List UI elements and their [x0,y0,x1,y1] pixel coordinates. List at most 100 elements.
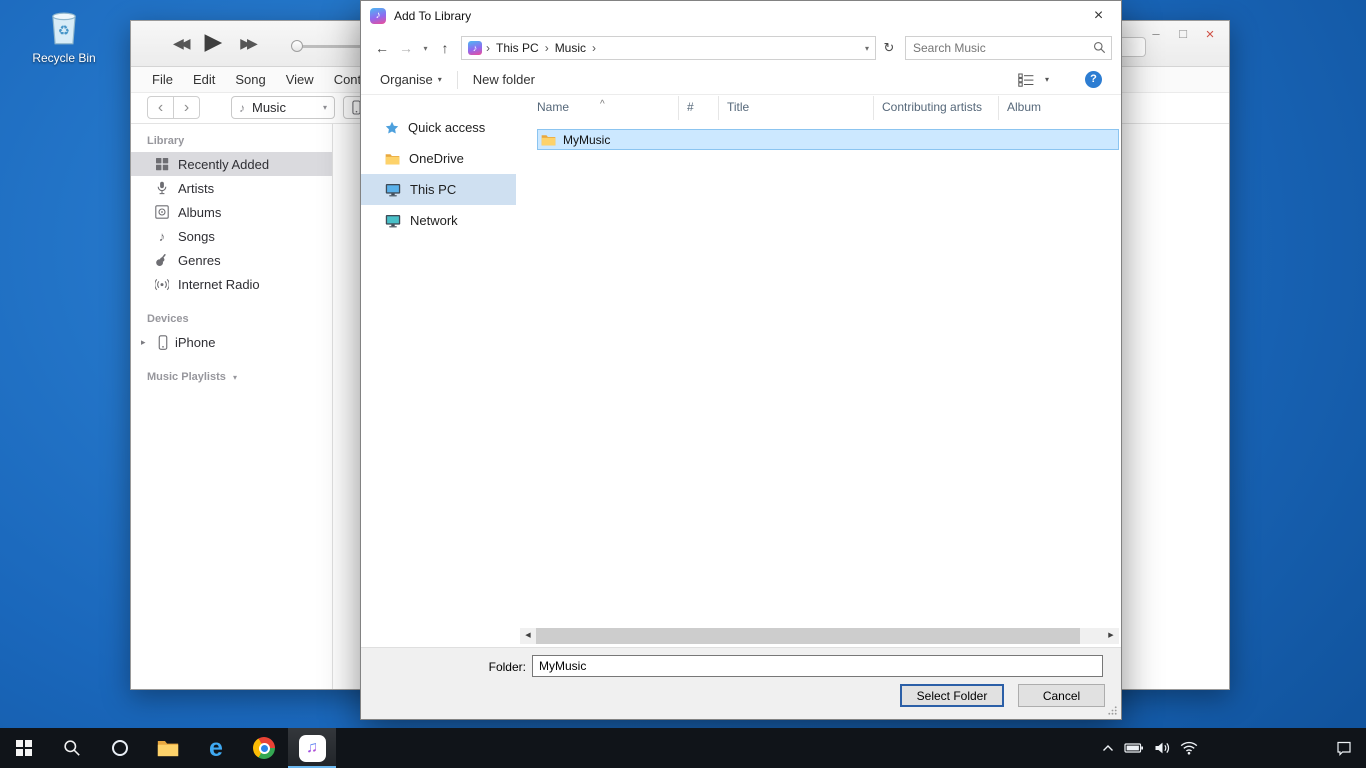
volume-slider[interactable] [293,45,363,48]
column-header-album[interactable]: Album [999,96,1117,120]
horizontal-scrollbar[interactable]: ◀ ▶ [520,628,1119,644]
sidebar-item-label: Artists [178,181,214,196]
dialog-footer: Folder: Select Folder Cancel [361,647,1121,719]
menu-edit[interactable]: Edit [188,72,220,87]
sidebar-item-genres[interactable]: Genres [131,248,332,272]
view-options-dropdown-icon[interactable]: ▾ [1045,75,1049,84]
fast-forward-button[interactable]: ▶▶ [240,35,254,52]
scrollbar-thumb[interactable] [536,628,1080,644]
address-bar[interactable]: ♪ › This PC › Music › ▾ [461,36,876,60]
play-button[interactable]: ▶ [205,28,223,55]
sidebar-item-iphone[interactable]: ▸ iPhone [131,330,332,354]
scroll-left-button[interactable]: ◀ [520,628,536,644]
sidebar-item-albums[interactable]: Albums [131,200,332,224]
network-indicator[interactable] [1180,741,1198,755]
location-icon: ♪ [468,41,482,55]
menu-file[interactable]: File [147,72,178,87]
column-header-name[interactable]: Name ^ [516,96,679,120]
network-icon [385,214,401,228]
taskbar-search-button[interactable] [48,728,96,768]
add-to-library-dialog: ♪ Add To Library × ← → ▾ ↑ ♪ › This PC ›… [360,0,1122,720]
recycle-bin[interactable]: Recycle Bin [28,6,100,65]
chevron-right-icon[interactable]: ▸ [141,337,151,348]
nav-item-quick-access[interactable]: Quick access [361,112,516,143]
column-header-contributing-artists[interactable]: Contributing artists [874,96,999,120]
sidebar-item-songs[interactable]: ♪ Songs [131,224,332,248]
maximize-button[interactable]: □ [1176,26,1190,43]
search-box[interactable] [905,36,1112,60]
sidebar-item-recently-added[interactable]: Recently Added [131,152,332,176]
tray-expand-button[interactable] [1102,744,1114,752]
action-center-button[interactable] [1336,740,1352,756]
itunes-sidebar: Library Recently Added Artists Albums ♪ … [131,124,333,689]
resize-grip[interactable] [1107,705,1118,716]
refresh-button[interactable]: ↻ [876,40,902,56]
dialog-title: Add To Library [394,9,471,23]
start-button[interactable] [0,728,48,768]
column-headers: Name ^ # Title Contributing artists Albu… [516,96,1121,120]
itunes-app-icon: ♪ [370,8,386,24]
menu-song[interactable]: Song [230,72,270,87]
help-button[interactable]: ? [1085,71,1102,88]
nav-item-network[interactable]: Network [361,205,516,236]
close-button[interactable]: × [1203,26,1217,43]
broadcast-icon [155,277,169,291]
dialog-body: Quick access OneDrive This PC Network [361,96,1121,647]
minimize-button[interactable]: – [1149,26,1163,43]
file-row-mymusic[interactable]: MyMusic [537,129,1119,150]
organise-button[interactable]: Organise [380,72,433,87]
recent-locations-dropdown[interactable]: ▾ [418,44,433,53]
rewind-button[interactable]: ◀◀ [173,35,187,52]
edge-button[interactable]: e [192,728,240,768]
dialog-titlebar: ♪ Add To Library [361,1,1121,31]
nav-item-onedrive[interactable]: OneDrive [361,143,516,174]
music-playlists-header[interactable]: Music Playlists ▾ [147,368,332,386]
back-button[interactable]: ← [370,40,394,56]
folder-icon [157,739,179,757]
search-input[interactable] [906,37,1111,59]
microphone-icon [155,181,169,195]
column-header-number[interactable]: # [679,96,719,120]
breadcrumb-music[interactable]: Music [549,41,592,55]
recycle-bin-icon [46,6,82,46]
search-icon [1093,41,1106,54]
up-button[interactable]: ↑ [433,40,457,56]
select-folder-button[interactable]: Select Folder [900,684,1004,707]
volume-knob[interactable] [291,40,303,52]
file-explorer-button[interactable] [144,728,192,768]
sort-ascending-icon: ^ [600,96,605,116]
dialog-close-button[interactable]: × [1076,1,1121,31]
sidebar-item-internet-radio[interactable]: Internet Radio [131,272,332,296]
nav-item-this-pc[interactable]: This PC [361,174,516,205]
desktop: Recycle Bin ◀◀ ▶ ▶▶ – □ × File Edit Song… [0,0,1366,768]
chevron-down-icon: ▾ [323,103,327,112]
new-folder-button[interactable]: New folder [473,72,535,87]
chevron-down-icon: ▾ [233,373,237,382]
scroll-right-button[interactable]: ▶ [1103,628,1119,644]
edge-icon: e [209,736,223,761]
scrollbar-track[interactable] [536,628,1103,644]
media-picker[interactable]: ♪ Music ▾ [231,96,335,119]
library-header: Library [147,132,332,150]
itunes-taskbar-button[interactable]: ♫ [288,728,336,768]
breadcrumb-this-pc[interactable]: This PC [490,41,545,55]
action-center-icon [1336,740,1352,756]
guitar-icon [155,253,169,267]
volume-indicator[interactable] [1154,740,1170,756]
address-dropdown-icon[interactable]: ▾ [865,44,869,53]
dialog-navbar: ← → ▾ ↑ ♪ › This PC › Music › ▾ ↻ [361,33,1121,63]
itunes-back-button[interactable]: ‹ [147,96,174,119]
cortana-button[interactable] [96,728,144,768]
sidebar-item-artists[interactable]: Artists [131,176,332,200]
sidebar-item-label: Songs [178,229,215,244]
file-name: MyMusic [563,133,610,147]
battery-indicator[interactable] [1124,740,1144,756]
cancel-button[interactable]: Cancel [1018,684,1105,707]
chrome-button[interactable] [240,728,288,768]
forward-button[interactable]: → [394,40,418,56]
list-view-icon[interactable] [1018,73,1034,87]
menu-view[interactable]: View [281,72,319,87]
column-header-title[interactable]: Title [719,96,874,120]
folder-name-input[interactable] [532,655,1103,677]
itunes-forward-button[interactable]: › [173,96,200,119]
